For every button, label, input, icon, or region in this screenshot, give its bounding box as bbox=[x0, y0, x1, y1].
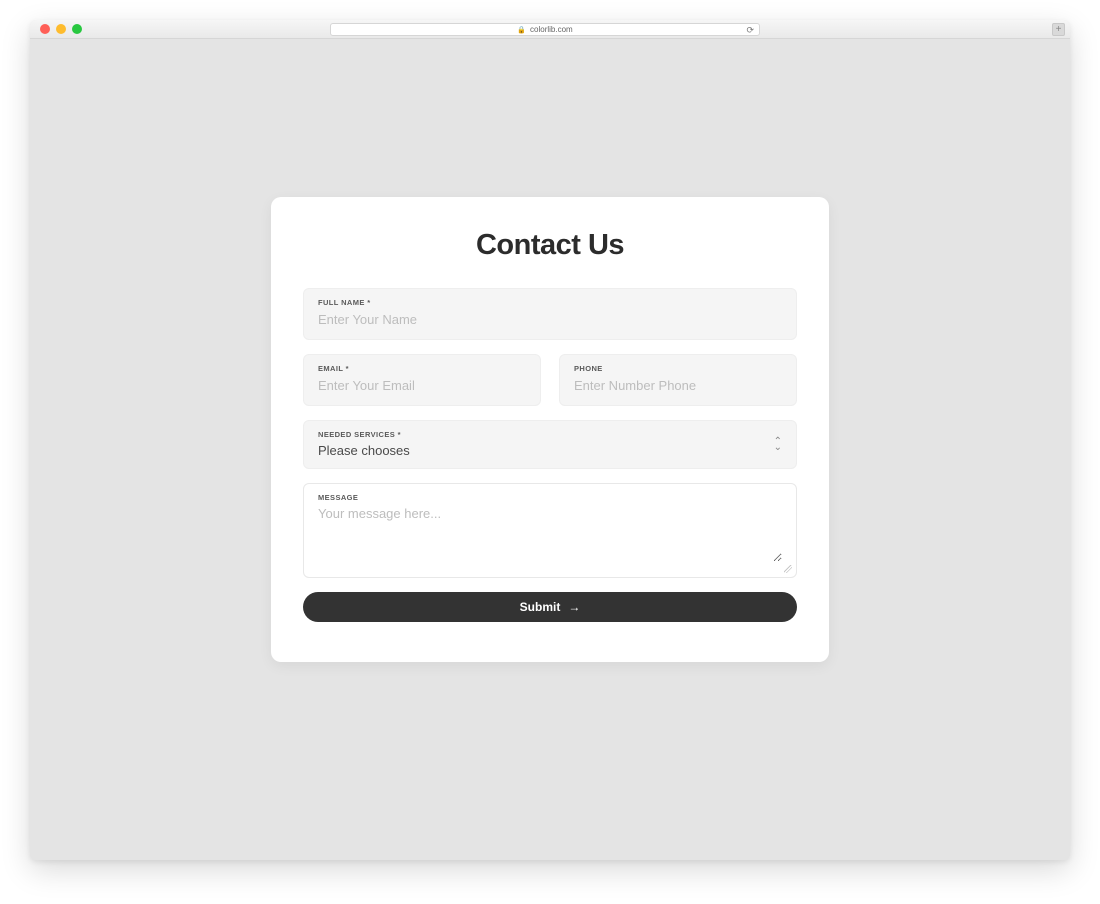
email-label: EMAIL * bbox=[318, 364, 526, 373]
message-field-group[interactable]: MESSAGE bbox=[303, 483, 797, 578]
email-input[interactable] bbox=[318, 378, 526, 393]
new-tab-button[interactable]: + bbox=[1052, 23, 1065, 36]
full-name-input[interactable] bbox=[318, 312, 782, 327]
phone-label: PHONE bbox=[574, 364, 782, 373]
submit-button-label: Submit bbox=[520, 600, 561, 614]
services-selected-value: Please chooses bbox=[318, 443, 782, 458]
arrow-right-icon: → bbox=[568, 600, 580, 614]
email-field-group[interactable]: EMAIL * bbox=[303, 354, 541, 406]
close-window-button[interactable] bbox=[40, 24, 50, 34]
maximize-window-button[interactable] bbox=[72, 24, 82, 34]
full-name-label: FULL NAME * bbox=[318, 298, 782, 307]
message-textarea[interactable] bbox=[318, 506, 782, 562]
address-bar-url: colorlib.com bbox=[530, 25, 573, 34]
services-label: NEEDED SERVICES * bbox=[318, 430, 782, 439]
chevron-up-down-icon: ⌃⌄ bbox=[774, 439, 782, 451]
resize-grip-icon bbox=[784, 565, 792, 573]
message-label: MESSAGE bbox=[318, 493, 782, 502]
refresh-icon[interactable]: ⟳ bbox=[746, 25, 754, 36]
services-select[interactable]: NEEDED SERVICES * Please chooses ⌃⌄ bbox=[303, 420, 797, 469]
title-bar: 🔒 colorlib.com ⟳ + bbox=[30, 20, 1070, 39]
page-title: Contact Us bbox=[303, 229, 797, 262]
phone-input[interactable] bbox=[574, 378, 782, 393]
phone-field-group[interactable]: PHONE bbox=[559, 354, 797, 406]
minimize-window-button[interactable] bbox=[56, 24, 66, 34]
lock-icon: 🔒 bbox=[517, 26, 526, 34]
contact-form-card: Contact Us FULL NAME * EMAIL * PHONE N bbox=[271, 197, 829, 662]
browser-window: 🔒 colorlib.com ⟳ + Contact Us FULL NAME … bbox=[30, 20, 1070, 860]
address-bar[interactable]: 🔒 colorlib.com ⟳ bbox=[330, 23, 760, 36]
submit-button[interactable]: Submit → bbox=[303, 592, 797, 622]
window-controls bbox=[30, 24, 82, 34]
page-viewport: Contact Us FULL NAME * EMAIL * PHONE N bbox=[30, 39, 1070, 860]
full-name-field-group[interactable]: FULL NAME * bbox=[303, 288, 797, 340]
